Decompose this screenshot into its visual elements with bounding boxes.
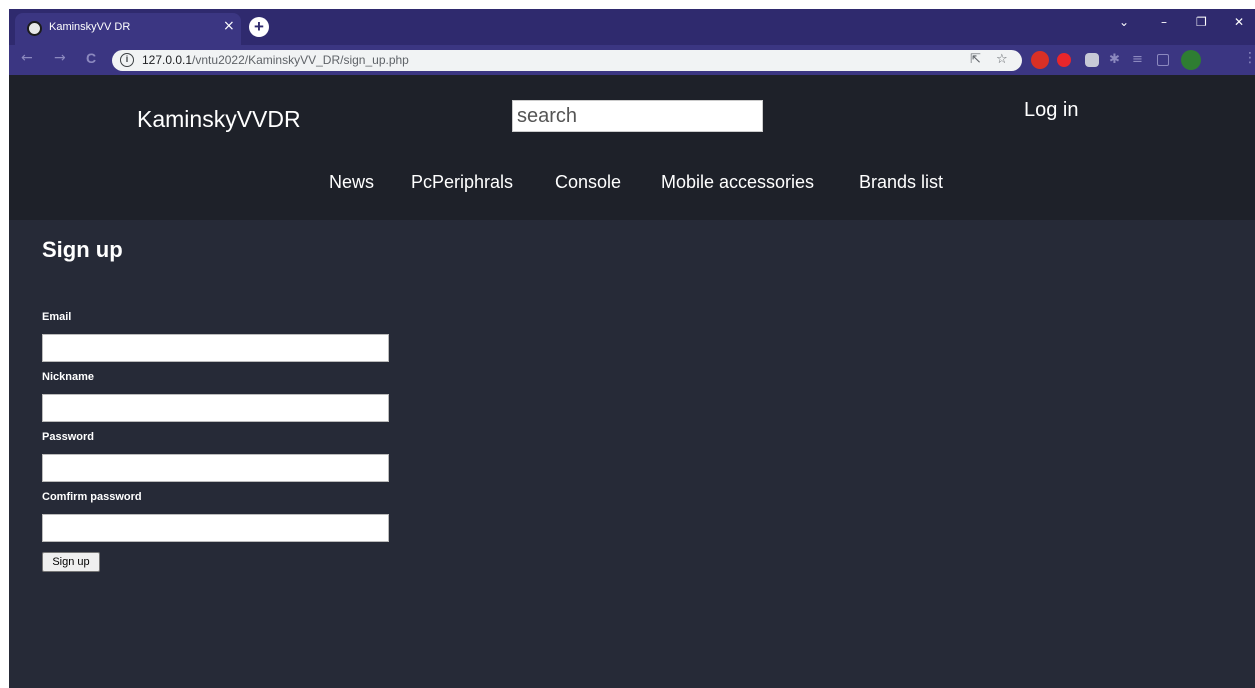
maximize-icon[interactable]: ❐ bbox=[1196, 15, 1207, 29]
password-field[interactable] bbox=[42, 454, 389, 482]
browser-tab[interactable]: KaminskyVV DR × bbox=[15, 13, 241, 45]
side-panel-icon[interactable] bbox=[1157, 54, 1169, 66]
confirm-password-label: Comfirm password bbox=[42, 491, 142, 503]
nav-item-news[interactable]: News bbox=[329, 172, 374, 193]
tab-search-icon[interactable]: ⌄ bbox=[1119, 15, 1129, 29]
sign-up-button[interactable]: Sign up bbox=[42, 552, 100, 572]
tab-close-icon[interactable]: × bbox=[223, 18, 235, 34]
tab-strip: KaminskyVV DR × + ⌄ – ❐ ✕ bbox=[9, 9, 1255, 45]
site-brand[interactable]: KaminskyVVDR bbox=[137, 106, 301, 133]
star-icon[interactable]: ☆ bbox=[996, 52, 1008, 67]
forward-icon[interactable]: → bbox=[54, 50, 66, 66]
email-label: Email bbox=[42, 311, 72, 323]
search-input[interactable] bbox=[512, 100, 763, 132]
tab-title: KaminskyVV DR bbox=[49, 21, 131, 33]
address-bar[interactable]: i 127.0.0.1/vntu2022/KaminskyVV_DR/sign_… bbox=[112, 50, 1022, 71]
site-favicon-icon bbox=[27, 21, 42, 36]
minimize-icon[interactable]: – bbox=[1161, 15, 1167, 29]
close-window-icon[interactable]: ✕ bbox=[1234, 15, 1244, 29]
login-link[interactable]: Log in bbox=[1024, 99, 1079, 122]
page-title: Sign up bbox=[42, 237, 123, 262]
nickname-field[interactable] bbox=[42, 394, 389, 422]
reload-icon[interactable]: C bbox=[86, 50, 96, 66]
share-icon[interactable]: ⇱ bbox=[970, 52, 981, 67]
nav-item-console[interactable]: Console bbox=[555, 172, 621, 193]
calendar-extension-icon[interactable] bbox=[1031, 51, 1049, 69]
confirm-password-field[interactable] bbox=[42, 514, 389, 542]
site-info-icon[interactable]: i bbox=[120, 53, 134, 67]
browser-toolbar: ← → C i 127.0.0.1/vntu2022/KaminskyVV_DR… bbox=[9, 45, 1255, 75]
new-tab-button[interactable]: + bbox=[249, 17, 269, 37]
site-header: KaminskyVVDR Log in News PcPeriphrals Co… bbox=[9, 75, 1255, 220]
puzzle-icon[interactable]: ✱ bbox=[1109, 52, 1120, 67]
menu-kebab-icon[interactable]: ⋮ bbox=[1243, 50, 1255, 66]
browser-window: KaminskyVV DR × + ⌄ – ❐ ✕ ← → C i 127.0.… bbox=[9, 9, 1255, 688]
password-label: Password bbox=[42, 431, 94, 443]
nav-item-pcperipherals[interactable]: PcPeriphrals bbox=[411, 172, 513, 193]
reading-list-icon[interactable]: ≡ bbox=[1132, 52, 1143, 67]
back-icon[interactable]: ← bbox=[21, 50, 33, 66]
profile-avatar-icon[interactable] bbox=[1181, 50, 1201, 70]
extension-square-icon[interactable] bbox=[1085, 53, 1099, 67]
main-content: Sign up Email Nickname Password Comfirm … bbox=[9, 220, 1255, 688]
email-field[interactable] bbox=[42, 334, 389, 362]
adblock-icon[interactable] bbox=[1057, 53, 1071, 67]
nickname-label: Nickname bbox=[42, 371, 94, 383]
nav-item-mobile-accessories[interactable]: Mobile accessories bbox=[661, 172, 814, 193]
url-text[interactable]: 127.0.0.1/vntu2022/KaminskyVV_DR/sign_up… bbox=[142, 53, 409, 67]
nav-item-brands-list[interactable]: Brands list bbox=[859, 172, 943, 193]
